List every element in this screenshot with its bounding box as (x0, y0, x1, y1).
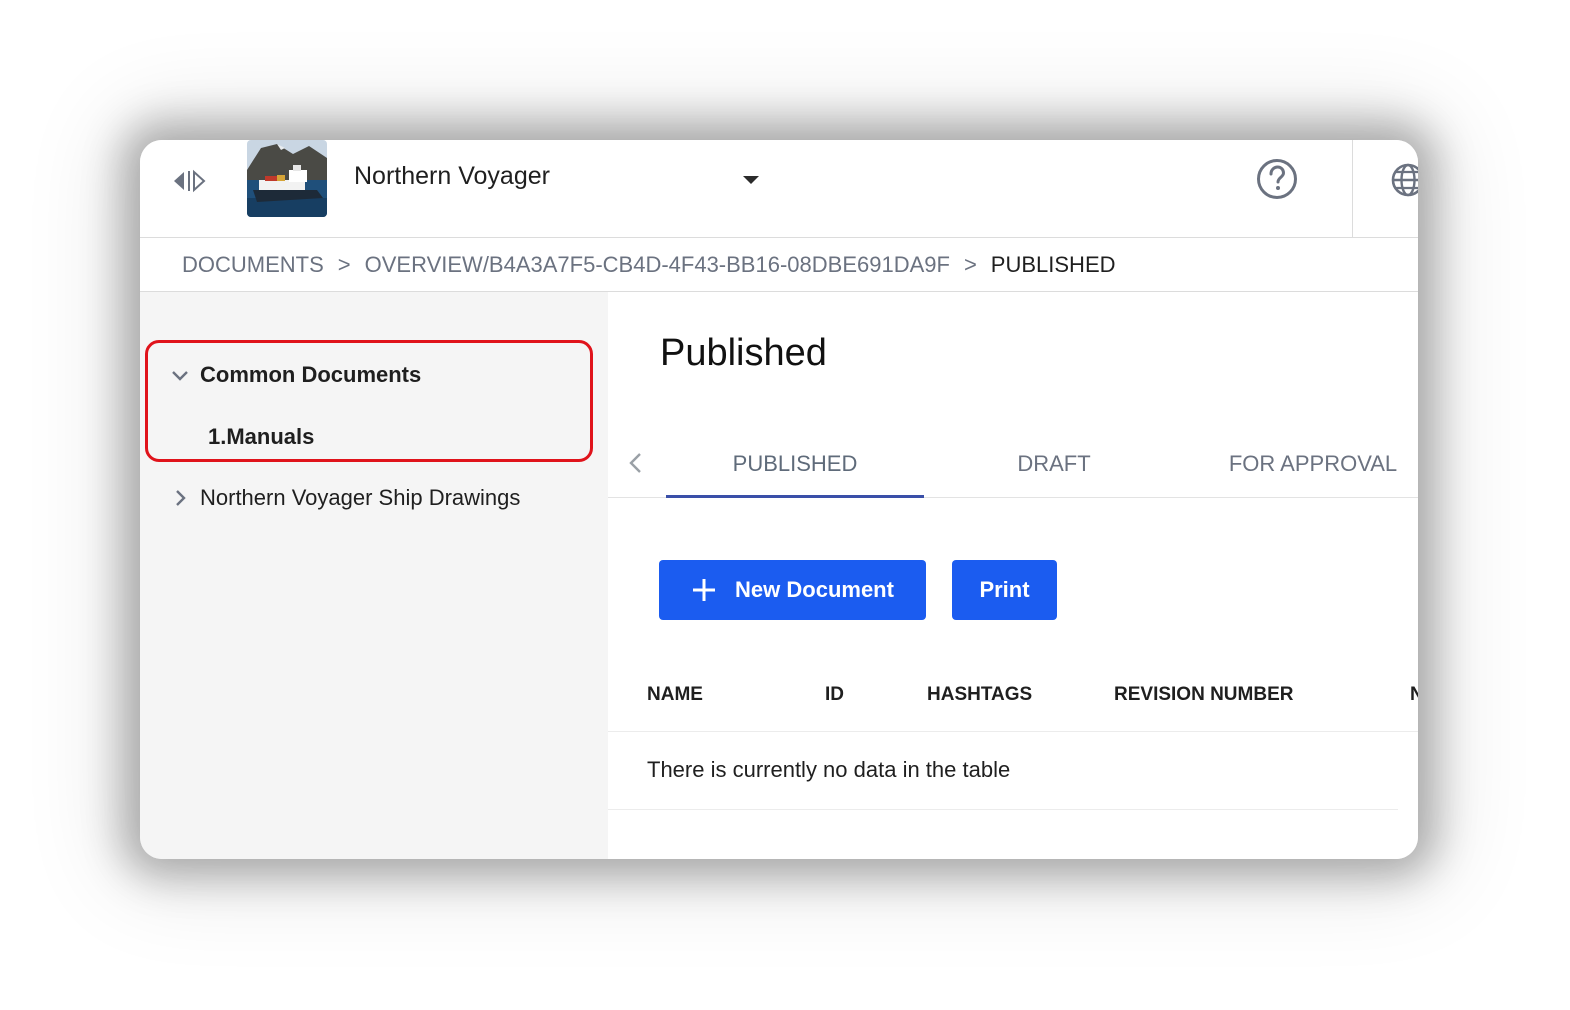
tab-published[interactable]: PUBLISHED (666, 430, 924, 498)
collapse-sidebar-button[interactable] (168, 166, 212, 196)
column-header-name[interactable]: NAME (647, 684, 703, 706)
help-icon (1257, 159, 1297, 199)
caret-down-icon (743, 176, 759, 184)
globe-icon (1391, 163, 1418, 197)
column-header-id[interactable]: ID (825, 684, 844, 706)
status-tabs: PUBLISHED DRAFT FOR APPROVAL (608, 430, 1418, 498)
header-divider (1352, 140, 1353, 238)
tree-label-ship-drawings: Northern Voyager Ship Drawings (200, 485, 521, 510)
page-title: Published (660, 332, 827, 374)
plus-icon (693, 579, 716, 601)
table-header: NAME ID HASHTAGS REVISION NUMBER N (608, 660, 1418, 732)
language-button[interactable] (1388, 160, 1418, 200)
tab-draft[interactable]: DRAFT (925, 430, 1183, 498)
app-window: Northern Voyager DOCUMENTS > OVERVIEW/B4… (140, 140, 1418, 859)
chevron-down-icon (172, 371, 188, 381)
breadcrumb-separator: > (963, 251, 977, 277)
column-header-truncated[interactable]: N (1410, 684, 1418, 706)
chevron-right-icon (176, 490, 186, 506)
new-document-label: New Document (735, 577, 894, 602)
active-tab-indicator (666, 495, 924, 498)
tree-node-ship-drawings[interactable]: Northern Voyager Ship Drawings (170, 485, 520, 511)
tab-for-approval[interactable]: FOR APPROVAL (1184, 430, 1418, 498)
table-empty-row: There is currently no data in the table (608, 733, 1398, 810)
tree-label-common-documents: Common Documents (200, 362, 422, 387)
vessel-thumbnail (247, 140, 327, 217)
column-header-revision-number[interactable]: REVISION NUMBER (1114, 684, 1293, 706)
column-header-hashtags[interactable]: HASHTAGS (927, 684, 1032, 706)
print-button[interactable]: Print (952, 560, 1057, 620)
breadcrumb-overview[interactable]: OVERVIEW/B4A3A7F5-CB4D-4F43-BB16-08DBE69… (365, 252, 950, 278)
empty-table-message: There is currently no data in the table (647, 757, 1011, 782)
chevron-left-icon (629, 453, 641, 473)
document-tree-sidebar: Common Documents 1.Manuals Northern Voya… (140, 292, 608, 859)
top-header: Northern Voyager (140, 140, 1418, 238)
breadcrumb: DOCUMENTS > OVERVIEW/B4A3A7F5-CB4D-4F43-… (140, 238, 1418, 292)
main-content: Published PUBLISHED DRAFT FOR APPROVAL N… (608, 292, 1418, 859)
tree-node-common-documents[interactable]: Common Documents (170, 362, 421, 388)
tree-node-manuals[interactable]: 1.Manuals (208, 424, 314, 450)
help-button[interactable] (1254, 156, 1300, 202)
tabs-scroll-left-button[interactable] (624, 448, 648, 478)
breadcrumb-separator: > (337, 251, 351, 277)
collapse-sidebar-icon (174, 169, 206, 193)
vessel-select-dropdown[interactable] (740, 173, 762, 187)
new-document-button[interactable]: New Document (659, 560, 926, 620)
tree-label-manuals: 1.Manuals (208, 424, 315, 449)
breadcrumb-current: PUBLISHED (990, 251, 1116, 277)
vessel-name[interactable]: Northern Voyager (354, 162, 550, 191)
breadcrumb-documents[interactable]: DOCUMENTS (182, 252, 324, 278)
